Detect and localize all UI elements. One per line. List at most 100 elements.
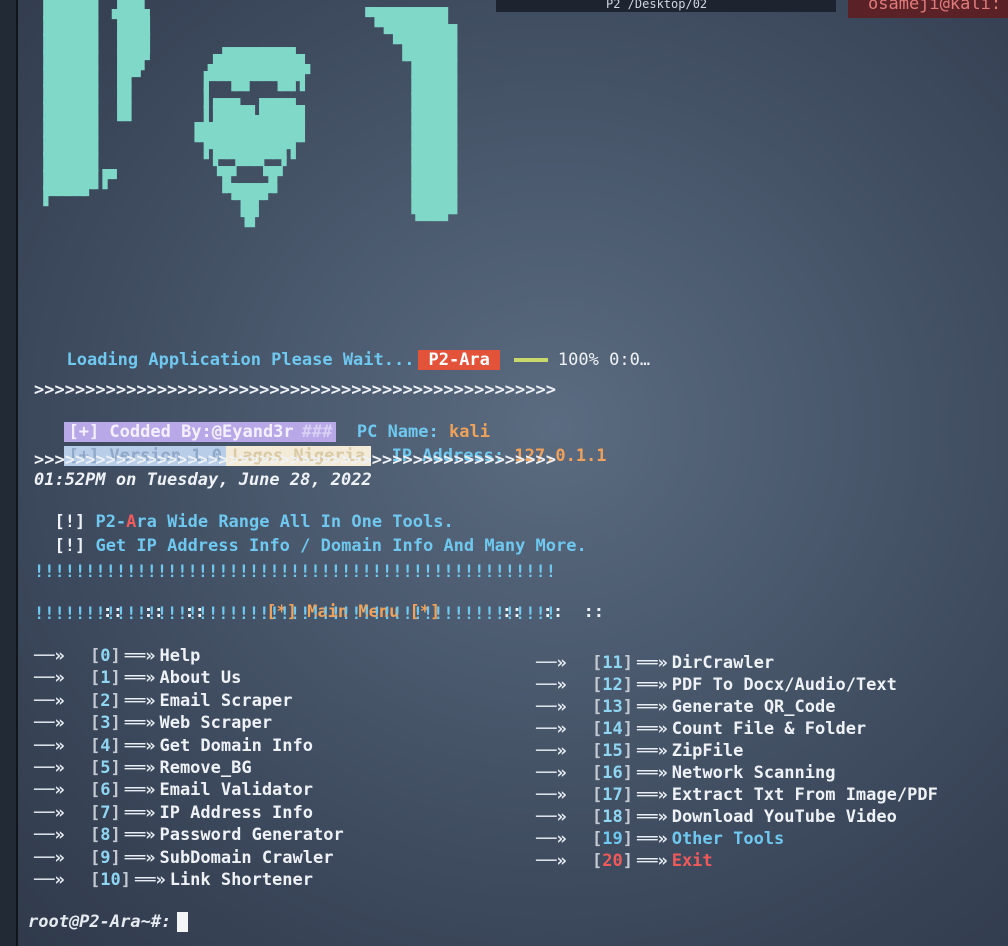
separator-bottom: >>>>>>>>>>>>>>>>>>>>>>>>>>>>>>>>>>>>>>>>… [34,450,556,470]
menu-item-number: [3] [90,713,121,734]
double-arrow-icon: ══» [134,870,166,890]
menu-item-label: Generate QR_Code [671,697,836,717]
menu-item-13[interactable]: ──» [13] ══» Generate QR_Code [536,697,835,717]
ascii-art-mask-face: ▗▄▄▄▄▄▄▄▖ ▟█████████▙ ▐▀▀▜█▛▀▀▜█▛▌ ▐▗▄▄▖… [189,38,310,228]
arrow-icon: ──» [536,829,567,849]
menu-item-15[interactable]: ──» [15] ══» ZipFile [536,741,743,761]
menu-item-11[interactable]: ──» [11] ══» DirCrawler [536,653,774,673]
menu-item-5[interactable]: ──» [5] ══» Remove_BG [34,758,252,778]
menu-item-17[interactable]: ──» [17] ══» Extract Txt From Image/PDF [536,785,938,805]
arrow-icon: ──» [34,690,65,711]
menu-item-number: [4] [90,735,121,756]
menu-item-9[interactable]: ──» [9] ══» SubDomain Crawler [34,848,333,868]
menu-item-number: [13] [592,697,633,717]
prompt-text: root@P2-Ara~#: [28,912,172,932]
double-arrow-icon: ══» [124,847,156,868]
terminal-tab-path[interactable]: P2 /Desktop/02 [496,0,836,12]
menu-item-number: [6] [90,780,121,801]
double-arrow-icon: ══» [124,802,156,823]
double-arrow-icon: ══» [636,851,668,871]
loading-badge: P2-Ara [418,350,500,370]
datetime: 01:52PM on Tuesday, June 28, 2022 [34,470,372,490]
terminal-tab-user[interactable]: osameji@kali: [848,0,1008,18]
menu-item-number: [14] [592,719,633,739]
menu-item-label: Web Scraper [159,713,273,734]
menu-item-label: Other Tools [671,829,785,849]
menu-item-number: [7] [90,802,121,823]
arrow-icon: ──» [34,735,65,756]
double-arrow-icon: ══» [636,675,668,695]
double-arrow-icon: ══» [124,713,156,734]
menu-item-4[interactable]: ──» [4] ══» Get Domain Info [34,736,313,756]
menu-item-20[interactable]: ──» [20] ══» Exit [536,851,713,871]
double-arrow-icon: ══» [124,780,156,801]
bang-separator-top: !!!!!!!!!!!!!!!!!!!!!!!!!!!!!!!!!!!!!!!!… [34,562,556,582]
menu-item-number: [17] [592,785,633,805]
menu-item-number: [9] [90,847,121,868]
arrow-icon: ──» [536,785,567,805]
double-arrow-icon: ══» [636,829,668,849]
double-arrow-icon: ══» [124,825,156,846]
menu-item-2[interactable]: ──» [2] ══» Email Scraper [34,691,293,711]
menu-item-number: [2] [90,690,121,711]
menu-item-1[interactable]: ──» [1] ══» About Us [34,668,241,688]
double-arrow-icon: ══» [124,646,156,666]
menu-item-number: [15] [592,741,633,761]
arrow-icon: ──» [536,741,567,761]
menu-item-number: [18] [592,807,633,827]
menu-item-number: [16] [592,763,633,783]
arrow-icon: ──» [34,668,65,689]
menu-item-number: [5] [90,758,121,778]
menu-item-3[interactable]: ──» [3] ══» Web Scraper [34,713,272,733]
arrow-icon: ──» [536,763,567,783]
arrow-icon: ──» [34,847,65,868]
arrow-icon: ──» [34,780,65,801]
menu-item-6[interactable]: ──» [6] ══» Email Validator [34,780,313,800]
double-arrow-icon: ══» [124,758,156,778]
double-arrow-icon: ══» [636,741,668,761]
menu-item-label: Download YouTube Video [671,807,897,827]
menu-item-10[interactable]: ──» [10] ══» Link Shortener [34,870,313,890]
arrow-icon: ──» [34,713,65,734]
menu-item-14[interactable]: ──» [14] ══» Count File & Folder [536,719,866,739]
menu-item-number: [1] [90,668,121,689]
bang-separator-bottom: !!!!!!!!!!!!!!!!!!!!!!!!!!!!!!!!!!!!!!!!… [34,604,556,624]
arrow-icon: ──» [34,802,65,823]
arrow-icon: ──» [34,646,65,666]
menu-item-label: Email Validator [159,780,313,801]
double-arrow-icon: ══» [636,807,668,827]
menu-item-0[interactable]: ──» [0] ══» Help [34,646,200,666]
arrow-icon: ──» [34,825,65,846]
menu-item-19[interactable]: ──» [19] ══» Other Tools [536,829,784,849]
progress-bar [513,358,548,362]
loading-time: 0:0… [609,350,651,370]
menu-item-number: [8] [90,825,121,846]
double-arrow-icon: ══» [124,735,156,756]
menu-item-label: SubDomain Crawler [159,847,334,868]
menu-item-label: Email Scraper [159,690,293,711]
menu-item-label: IP Address Info [159,802,313,823]
menu-item-label: Link Shortener [169,870,313,890]
menu-item-label: Help [159,646,201,666]
note-prefix-2: [!] [54,536,86,556]
arrow-icon: ──» [536,719,567,739]
menu-item-label: Remove_BG [159,758,252,778]
double-arrow-icon: ══» [636,653,668,673]
menu-item-label: About Us [159,668,242,689]
menu-item-number: [12] [592,675,633,695]
loading-percent: 100% [557,350,599,370]
menu-item-8[interactable]: ──» [8] ══» Password Generator [34,825,344,845]
double-arrow-icon: ══» [636,763,668,783]
arrow-icon: ──» [536,851,567,871]
shell-prompt[interactable]: root@P2-Ara~#: [28,912,189,932]
menu-item-12[interactable]: ──» [12] ══» PDF To Docx/Audio/Text [536,675,897,695]
menu-item-18[interactable]: ──» [18] ══» Download YouTube Video [536,807,897,827]
arrow-icon: ──» [536,675,567,695]
menu-item-16[interactable]: ──» [16] ══» Network Scanning [536,763,835,783]
arrow-icon: ──» [536,653,567,673]
arrow-icon: ──» [34,870,65,890]
separator-top: >>>>>>>>>>>>>>>>>>>>>>>>>>>>>>>>>>>>>>>>… [34,380,556,400]
loading-text: Loading Application Please Wait... [66,350,415,370]
menu-item-label: Network Scanning [671,763,836,783]
menu-item-7[interactable]: ──» [7] ══» IP Address Info [34,803,313,823]
